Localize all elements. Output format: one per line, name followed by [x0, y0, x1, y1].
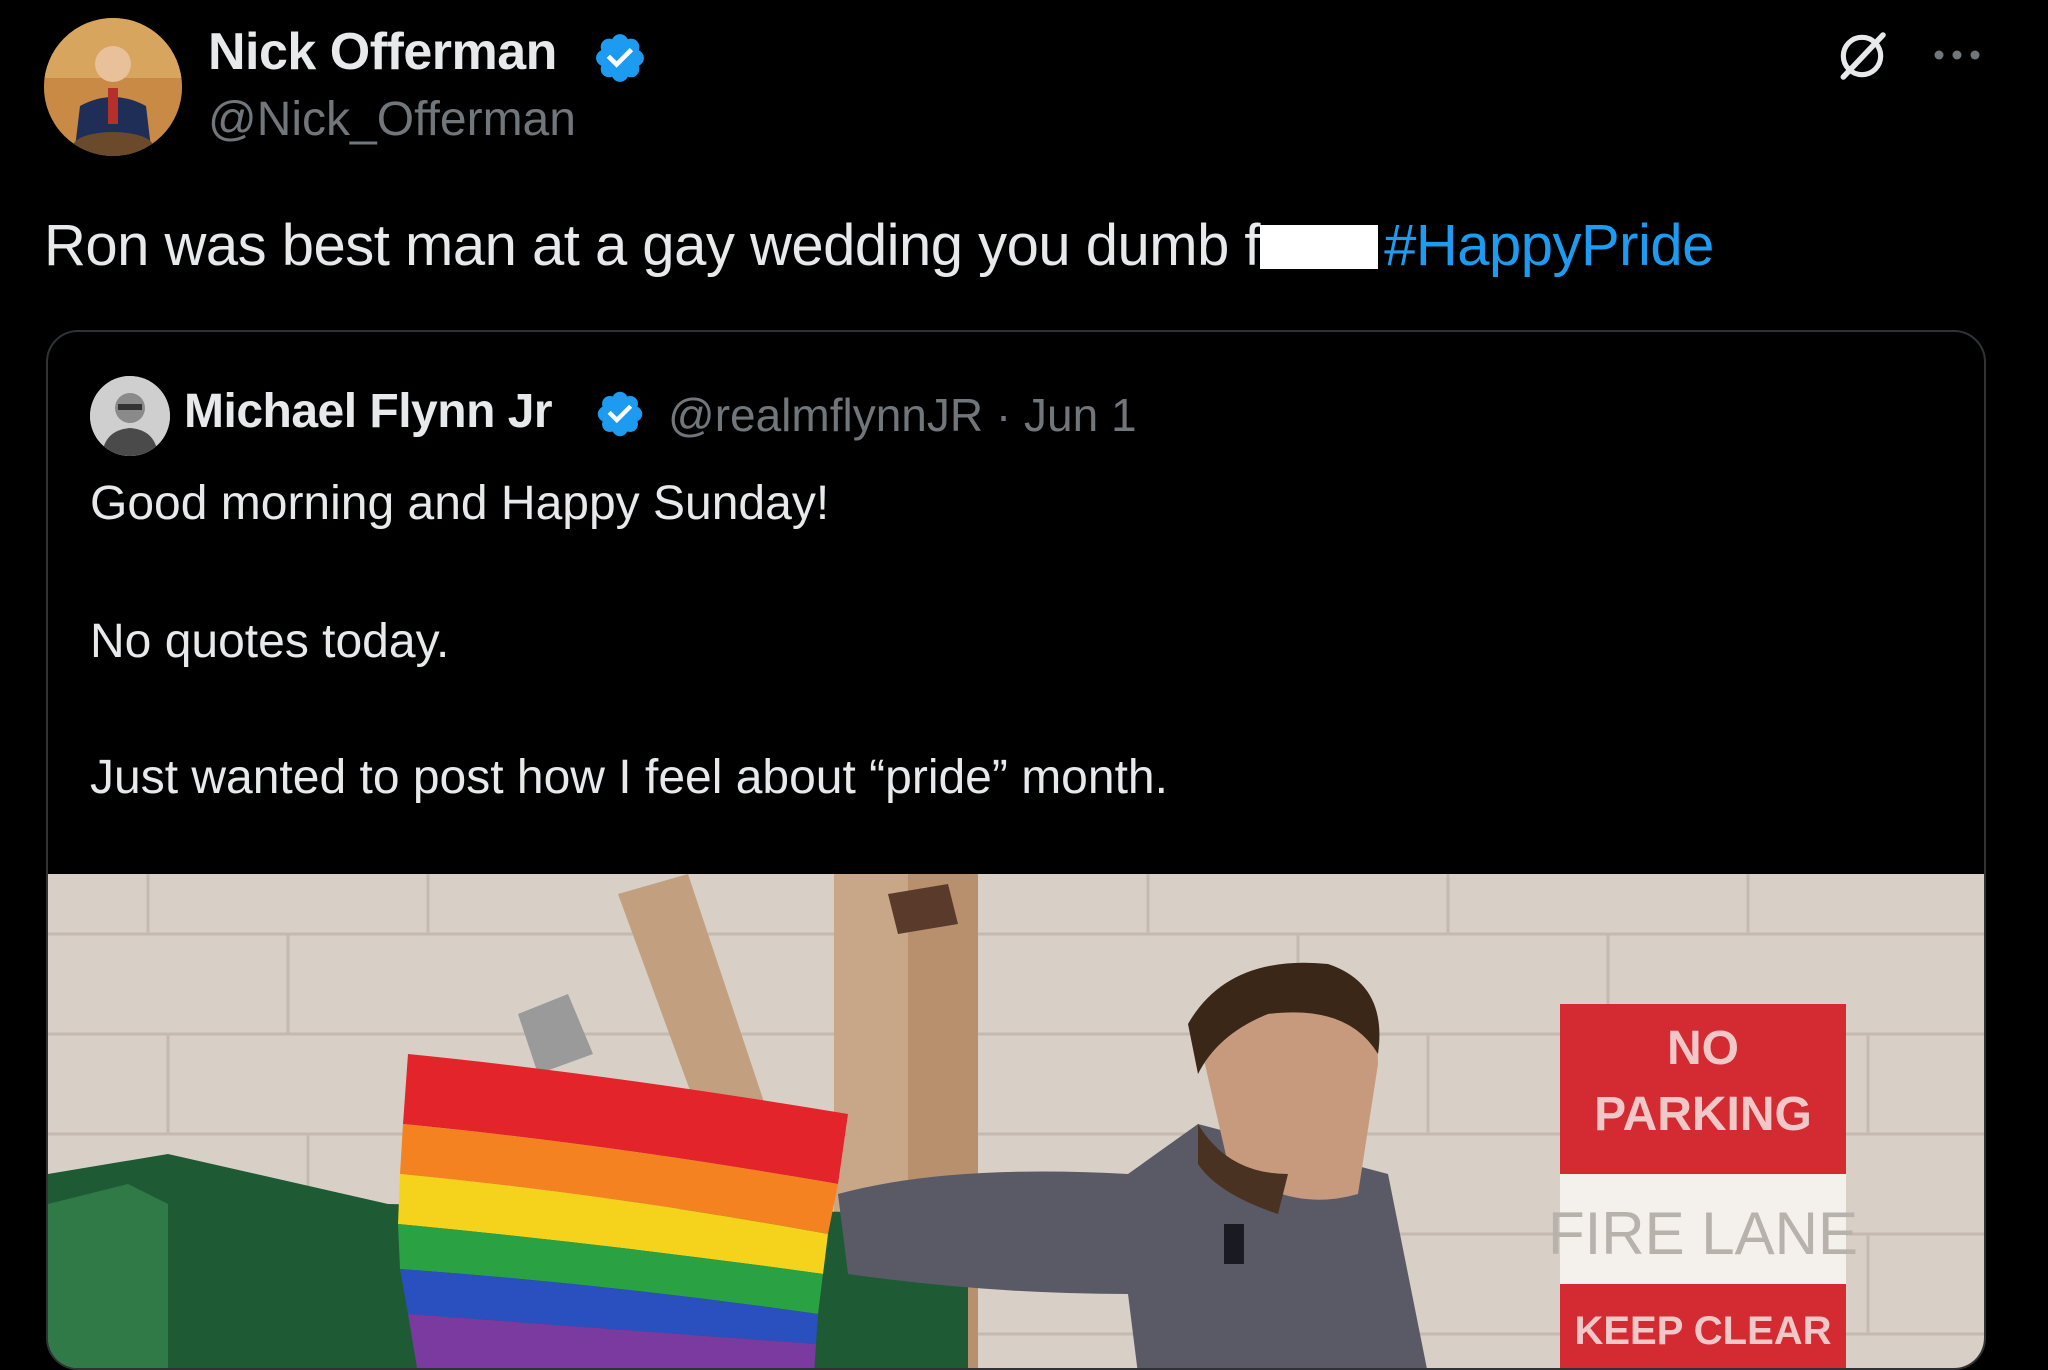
- censor-bar: [1260, 225, 1379, 269]
- quoted-media-image[interactable]: NO PARKING FIRE LANE KEEP CLEAR: [48, 874, 1986, 1370]
- grok-icon[interactable]: [1834, 28, 1890, 84]
- tweet-text-body: Ron was best man at a gay wedding you du…: [44, 213, 1261, 278]
- quoted-meta: @realmflynnJR · Jun 1: [668, 388, 1137, 442]
- quoted-text-line: Just wanted to post how I feel about “pr…: [90, 751, 1168, 804]
- author-name[interactable]: Nick Offerman: [208, 22, 557, 82]
- no-parking-sign: NO PARKING FIRE LANE KEEP CLEAR: [1548, 1004, 1858, 1368]
- quoted-date[interactable]: Jun 1: [1024, 389, 1137, 441]
- sign-text: KEEP CLEAR: [1574, 1309, 1831, 1353]
- quoted-author-handle[interactable]: @realmflynnJR: [668, 389, 983, 441]
- tweet-text: Ron was best man at a gay wedding you du…: [44, 212, 1714, 279]
- quoted-author-avatar[interactable]: [90, 376, 170, 456]
- sign-text: PARKING: [1594, 1088, 1812, 1141]
- meta-separator: ·: [995, 389, 1012, 441]
- quoted-author-name[interactable]: Michael Flynn Jr: [184, 384, 553, 439]
- sign-text: FIRE LANE: [1548, 1200, 1858, 1267]
- sign-text: NO: [1667, 1022, 1739, 1075]
- verified-badge-icon: [596, 34, 644, 82]
- quoted-tweet-card[interactable]: Michael Flynn Jr @realmflynnJR · Jun 1 G…: [46, 330, 1986, 1370]
- author-handle[interactable]: @Nick_Offerman: [208, 92, 576, 147]
- quoted-text-line: Good morning and Happy Sunday!: [90, 477, 830, 530]
- verified-badge-icon: [597, 391, 643, 437]
- quoted-text-line: No quotes today.: [90, 615, 450, 668]
- author-avatar[interactable]: [44, 18, 182, 156]
- hashtag-link[interactable]: #HappyPride: [1384, 213, 1714, 278]
- more-options-icon[interactable]: [1930, 46, 1984, 64]
